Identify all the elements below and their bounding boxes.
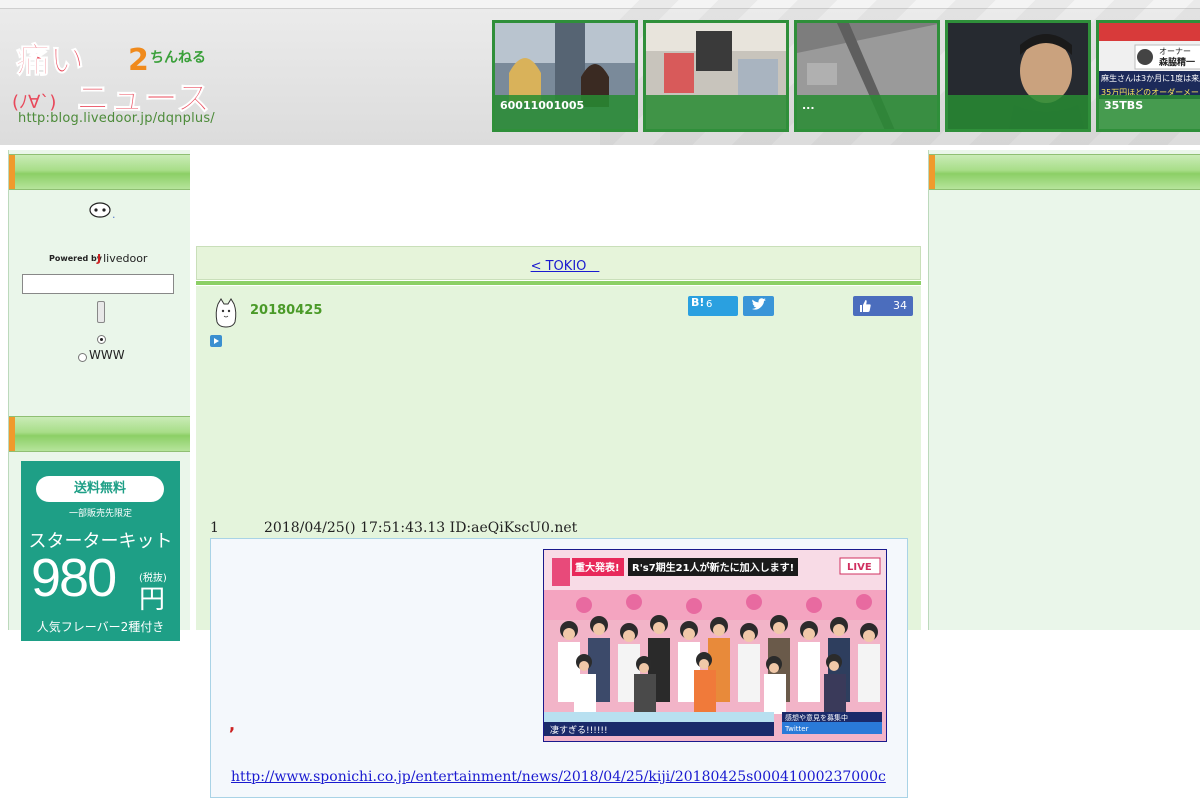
twitter-share-button[interactable] <box>743 296 774 316</box>
logo-number: 2 <box>128 43 149 78</box>
svg-text:凄すぎる!!!!!!: 凄すぎる!!!!!! <box>550 724 608 736</box>
thumbnail-3[interactable]: ... <box>794 20 940 132</box>
main-content: < TOKIO 20180425 B! 6 34 1 2018/04/25() … <box>190 150 928 798</box>
search-input[interactable] <box>22 274 174 294</box>
svg-text:痛い: 痛い <box>16 41 84 81</box>
ad-footer: 人気フレーバー2種付き <box>36 620 165 634</box>
thumbs-up-icon <box>860 300 871 312</box>
blog-url[interactable]: http:blog.livedoor.jp/dqnplus/ <box>18 111 215 126</box>
thumbnail-caption: 35TBS <box>1099 95 1200 129</box>
post-meta: 2018/04/25() 17:51:43.13 ID:aeQiKscU0.ne… <box>264 520 578 536</box>
radio-www-label: WWW <box>89 348 125 362</box>
svg-text:麻生さんは3か月に1度は来店さ: 麻生さんは3か月に1度は来店さ <box>1101 73 1200 83</box>
radio-www[interactable] <box>78 353 87 362</box>
left-sidebar: . Powered by Jlivedoor WWW 送料無料 一部販売先限定 … <box>8 150 192 641</box>
twitter-bird-icon <box>752 298 766 310</box>
like-count: 34 <box>893 299 907 312</box>
article-date: 20180425 <box>250 303 323 318</box>
sidebar-header-bar <box>9 154 191 190</box>
svg-text:LIVE: LIVE <box>847 562 872 573</box>
hatena-count: 6 <box>706 299 713 310</box>
ad-price: 980 <box>31 548 117 608</box>
facebook-like-button[interactable]: 34 <box>853 296 913 316</box>
site-header: 痛い 2 ちんねる (ﾉ∀`) ニュース http:blog.livedoor.… <box>0 0 1200 145</box>
thumbnail-5[interactable]: オーナー 森脇精一 麻生さんは3か月に1度は来店さ 35万円ほどのオーダーメード… <box>1096 20 1200 132</box>
source-link[interactable]: http://www.sponichi.co.jp/entertainment/… <box>231 769 891 785</box>
face-icon <box>89 202 111 218</box>
hatena-icon: B! <box>691 296 705 309</box>
ad-free-shipping: 送料無料 <box>36 476 164 502</box>
prev-article-link[interactable]: < TOKIO <box>197 255 920 274</box>
livedoor-logo[interactable]: Jlivedoor <box>97 252 147 265</box>
play-icon[interactable] <box>210 335 222 347</box>
svg-text:Twitter: Twitter <box>784 725 809 733</box>
search-button[interactable] <box>97 301 105 323</box>
post-number: 1 <box>210 520 219 536</box>
svg-text:感想や意見を募集中: 感想や意見を募集中 <box>785 713 848 722</box>
article: 20180425 B! 6 34 1 2018/04/25() 17:51:43… <box>196 286 921 798</box>
svg-text:森脇精一: 森脇精一 <box>1159 56 1195 68</box>
post-body: 重大発表! R's7期生21人が新たに加入します! LIVE 凄すぎる!!!!!… <box>210 538 908 798</box>
logo-face: (ﾉ∀`) <box>12 92 56 113</box>
sidebar-ad-banner[interactable]: 送料無料 一部販売先限定 スターターキット 980 (税抜) 円 人気フレーバー… <box>21 461 180 641</box>
livedoor-mark-icon: J <box>97 252 102 265</box>
radio-site[interactable] <box>97 335 106 344</box>
post-text: , <box>229 715 236 734</box>
right-sidebar <box>928 150 1200 630</box>
right-sidebar-header-bar <box>929 154 1200 190</box>
post-image[interactable]: 重大発表! R's7期生21人が新たに加入します! LIVE 凄すぎる!!!!!… <box>543 549 887 742</box>
prev-article-nav: < TOKIO <box>196 246 921 280</box>
mascot-icon <box>215 298 237 328</box>
thumbnail-caption <box>948 95 1088 129</box>
face-dot: . <box>112 208 116 221</box>
logo-kana: ちんねる <box>150 50 206 66</box>
divider <box>196 281 921 285</box>
ad-subtext: 一部販売先限定 <box>68 509 132 519</box>
svg-text:オーナー: オーナー <box>1159 47 1191 56</box>
thumbnail-4[interactable] <box>945 20 1091 132</box>
sidebar-section-bar <box>9 416 191 452</box>
hatena-bookmark-button[interactable]: B! 6 <box>688 296 738 316</box>
thumbnail-caption: ... <box>797 95 937 129</box>
ad-yen: 円 <box>139 585 166 615</box>
svg-text:R's7期生21人が新たに加入します!: R's7期生21人が新たに加入します! <box>632 561 794 574</box>
related-thumbnails: 60011001005 ... オーナー 森脇精一 麻生さんは3か月に1度は来 … <box>492 20 1200 134</box>
thumbnail-caption <box>646 95 786 129</box>
powered-by-label: Powered by <box>49 254 102 263</box>
svg-text:重大発表!: 重大発表! <box>575 561 620 574</box>
thumbnail-1[interactable]: 60011001005 <box>492 20 638 132</box>
thumbnail-caption: 60011001005 <box>495 95 635 129</box>
thumbnail-2[interactable] <box>643 20 789 132</box>
